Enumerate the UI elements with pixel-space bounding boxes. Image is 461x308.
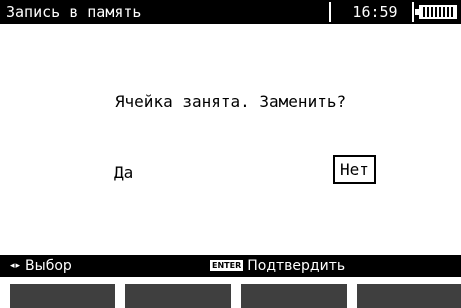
option-no[interactable]: Нет [333,155,376,184]
hint-select: ◂▸ Выбор [10,258,72,274]
hint-confirm-label: Подтвердить [247,258,346,274]
softkey-4[interactable] [357,284,461,308]
screen-title: Запись в память [6,3,142,21]
softkey-row [0,277,461,308]
battery-full-icon [419,5,457,19]
option-yes[interactable]: Да [114,163,133,182]
clock: 16:59 [352,3,398,21]
softkey-3[interactable] [241,284,347,308]
softkey-2[interactable] [125,284,231,308]
title-divider [329,2,331,22]
left-right-arrows-icon: ◂▸ [10,261,22,271]
enter-key-icon: ENTER [210,260,244,271]
device-screen: Запись в память 16:59 Ячейка занята. Зам… [0,0,461,308]
hint-confirm: ENTER Подтвердить [210,258,345,274]
hint-bar: ◂▸ Выбор ENTER Подтвердить [0,255,461,277]
softkey-1[interactable] [10,284,115,308]
dialog-question: Ячейка занята. Заменить? [114,92,347,111]
title-divider [412,2,414,22]
hint-select-label: Выбор [25,258,72,274]
title-bar: Запись в память 16:59 [0,0,461,24]
